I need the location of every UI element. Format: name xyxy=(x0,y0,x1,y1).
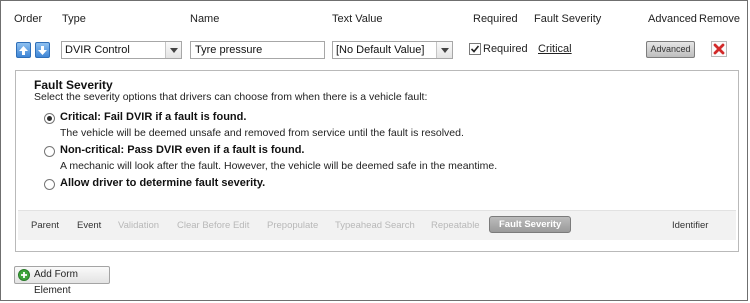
header-order: Order xyxy=(14,13,43,25)
header-required: Required xyxy=(473,13,518,25)
text-value-select-value: [No Default Value] xyxy=(336,44,425,56)
critical-radio[interactable] xyxy=(44,113,55,124)
form-element-editor: Order Type Name Text Value Required Faul… xyxy=(0,0,748,301)
header-remove: Remove xyxy=(699,13,740,25)
advanced-button[interactable]: Advanced xyxy=(646,41,695,58)
name-input[interactable]: Tyre pressure xyxy=(190,41,325,59)
header-fault-severity: Fault Severity xyxy=(534,13,602,25)
arrow-down-icon xyxy=(38,45,47,55)
add-form-element-button[interactable]: Add Form Element xyxy=(14,266,110,296)
tab-repeatable[interactable]: Repeatable xyxy=(431,220,480,231)
tab-prepopulate[interactable]: Prepopulate xyxy=(267,220,318,231)
type-select-value: DVIR Control xyxy=(65,44,130,56)
checkmark-icon xyxy=(470,45,480,53)
non-critical-option-description: A mechanic will look after the fault. Ho… xyxy=(60,160,498,172)
tab-typeahead-search[interactable]: Typeahead Search xyxy=(335,220,415,231)
non-critical-option-label[interactable]: Non-critical: Pass DVIR even if a fault … xyxy=(60,144,305,156)
required-checkbox[interactable] xyxy=(469,43,481,55)
tab-validation[interactable]: Validation xyxy=(118,220,159,231)
tab-parent[interactable]: Parent xyxy=(31,220,59,231)
required-label: Required xyxy=(483,43,528,55)
tab-event[interactable]: Event xyxy=(77,220,101,231)
panel-title: Fault Severity xyxy=(34,78,113,92)
chevron-down-icon xyxy=(165,42,181,58)
header-advanced: Advanced xyxy=(648,13,697,25)
advanced-tab-bar: Parent Event Validation Clear Before Edi… xyxy=(18,210,736,240)
critical-option-description: The vehicle will be deemed unsafe and re… xyxy=(60,127,464,139)
header-name: Name xyxy=(190,13,220,25)
type-select[interactable]: DVIR Control xyxy=(61,41,182,59)
non-critical-radio[interactable] xyxy=(44,146,55,157)
move-up-button[interactable] xyxy=(16,42,31,58)
chevron-down-icon xyxy=(436,42,452,58)
tab-fault-severity[interactable]: Fault Severity xyxy=(489,216,572,233)
fault-severity-link[interactable]: Critical xyxy=(538,43,572,55)
panel-description: Select the severity options that drivers… xyxy=(34,91,428,103)
remove-button[interactable] xyxy=(711,41,727,57)
text-value-select[interactable]: [No Default Value] xyxy=(332,41,453,59)
tab-clear-before-edit[interactable]: Clear Before Edit xyxy=(177,220,249,231)
add-form-element-label: Add Form Element xyxy=(34,269,78,296)
x-icon xyxy=(713,43,725,55)
header-text-value: Text Value xyxy=(332,13,383,25)
driver-determine-radio[interactable] xyxy=(44,179,55,190)
critical-option-label[interactable]: Critical: Fail DVIR if a fault is found. xyxy=(60,111,246,123)
fault-severity-panel: Fault Severity Select the severity optio… xyxy=(15,70,739,252)
plus-circle-icon xyxy=(18,269,30,281)
arrow-up-icon xyxy=(19,45,28,55)
header-type: Type xyxy=(62,13,86,25)
driver-determine-option-label[interactable]: Allow driver to determine fault severity… xyxy=(60,177,265,189)
name-input-value: Tyre pressure xyxy=(195,44,263,56)
move-down-button[interactable] xyxy=(35,42,50,58)
tab-identifier[interactable]: Identifier xyxy=(672,220,708,231)
